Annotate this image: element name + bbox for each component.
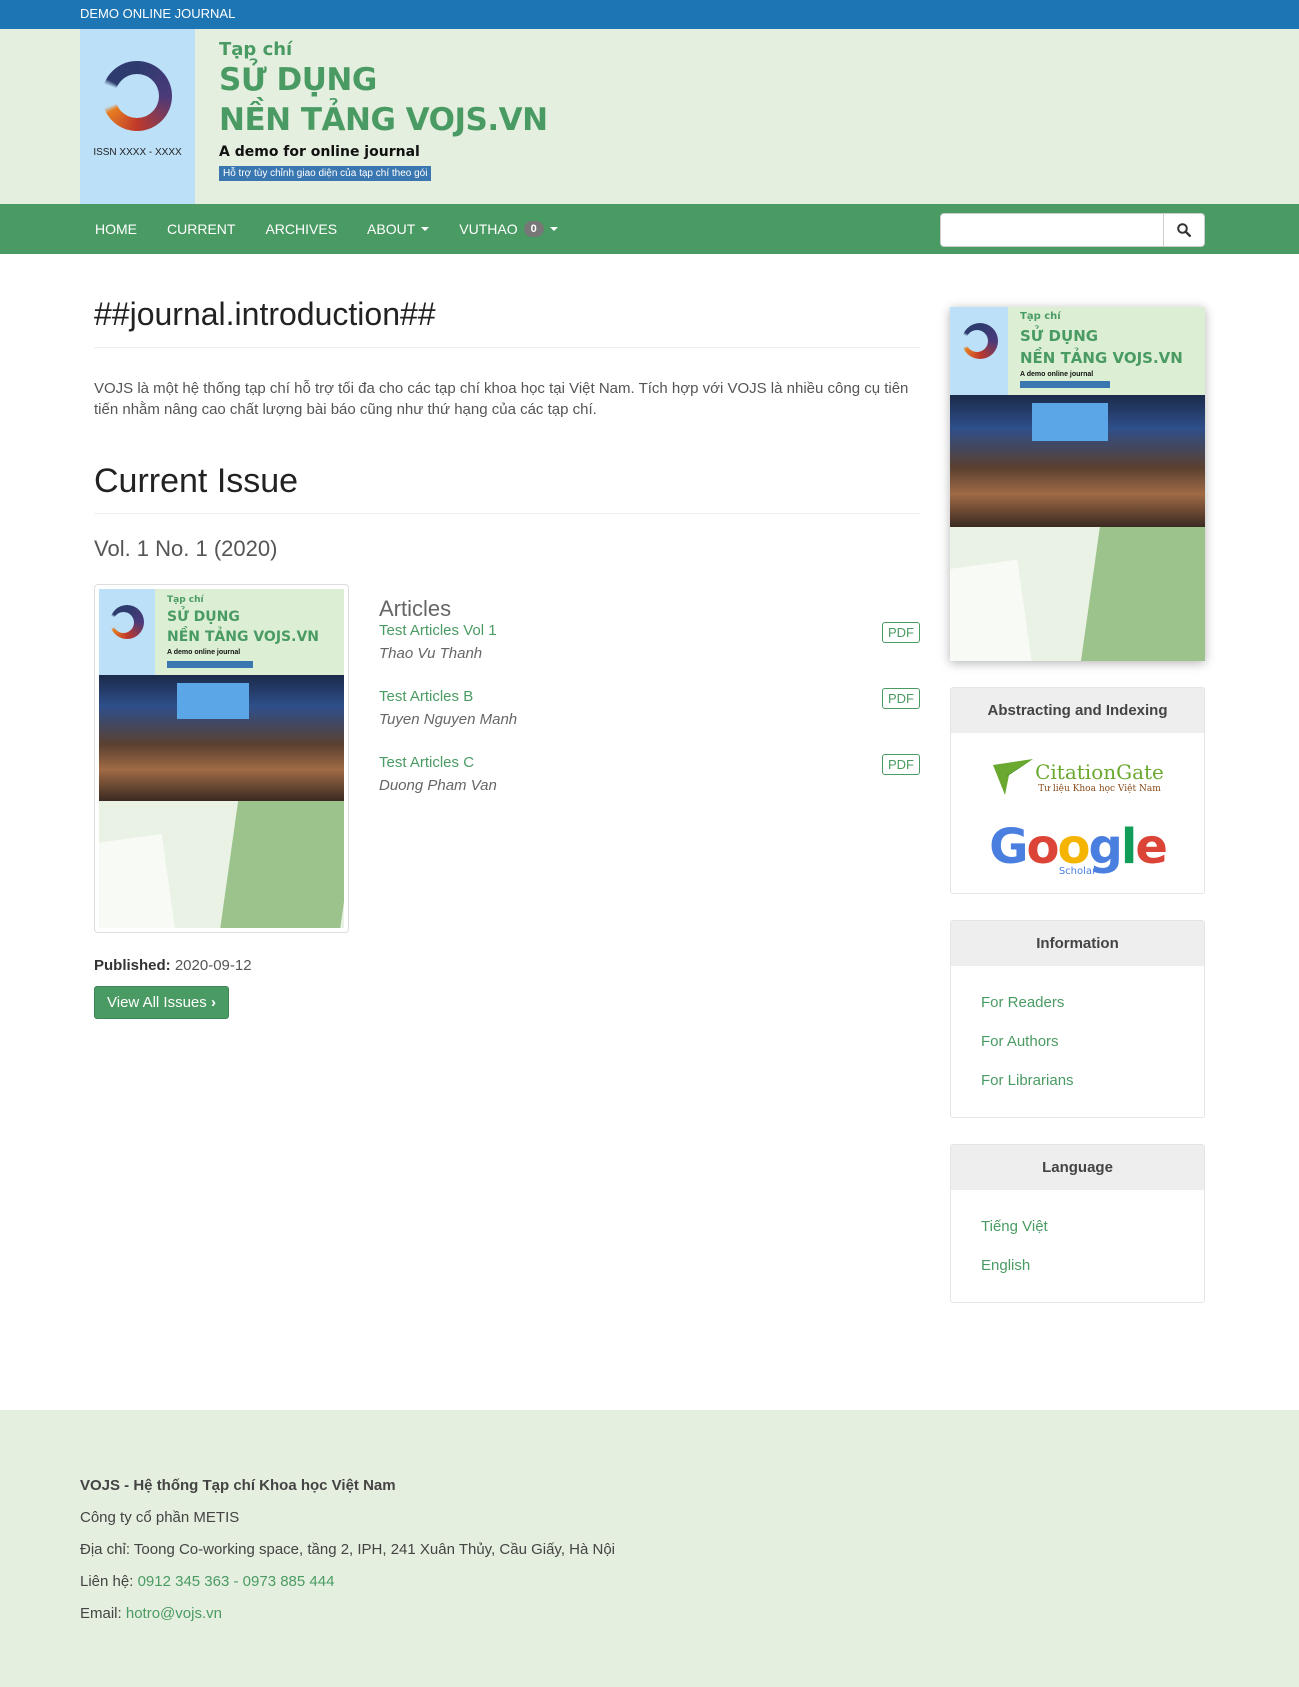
nav-about-label: ABOUT xyxy=(367,221,416,237)
nav-current[interactable]: CURRENT xyxy=(152,221,250,237)
footer-email: Email: hotro@vojs.vn xyxy=(80,1598,615,1630)
journal-banner[interactable]: ISSN XXXX - XXXX Tạp chí SỬ DỤNG NỀN TẢN… xyxy=(80,29,576,204)
phone-link-2[interactable]: 0973 885 444 xyxy=(243,1573,335,1590)
article-item: Test Articles B Tuyen Nguyen Manh PDF xyxy=(379,688,920,728)
for-authors-link[interactable]: For Authors xyxy=(981,1033,1174,1050)
language-vietnamese-link[interactable]: Tiếng Việt xyxy=(981,1218,1174,1235)
banner-logo-panel: ISSN XXXX - XXXX xyxy=(80,29,195,204)
footer-org: VOJS - Hệ thống Tạp chí Khoa học Việt Na… xyxy=(80,1470,615,1502)
banner-text: Tạp chí SỬ DỤNG NỀN TẢNG VOJS.VN A demo … xyxy=(195,29,548,204)
published-info: Published: 2020-09-12 xyxy=(94,957,920,974)
for-readers-link[interactable]: For Readers xyxy=(981,994,1174,1011)
nav-user-menu[interactable]: VUTHAO 0 xyxy=(444,221,572,237)
published-label: Published: xyxy=(94,957,171,974)
banner-line2: NỀN TẢNG VOJS.VN xyxy=(219,102,548,138)
articles-section: Articles Test Articles Vol 1 Thao Vu Tha… xyxy=(379,584,920,933)
search-icon xyxy=(1177,223,1191,237)
citationgate-tagline: Tư liệu Khoa học Việt Nam xyxy=(1038,784,1161,794)
citationgate-name: CitationGate xyxy=(1035,760,1164,784)
view-all-label: View All Issues xyxy=(107,994,207,1011)
article-item: Test Articles Vol 1 Thao Vu Thanh PDF xyxy=(379,622,920,662)
phone-link-1[interactable]: 0912 345 363 xyxy=(138,1573,230,1590)
current-issue-heading: Current Issue xyxy=(94,462,920,514)
search-input[interactable] xyxy=(940,213,1164,247)
issn-text: ISSN XXXX - XXXX xyxy=(93,147,182,158)
article-author: Thao Vu Thanh xyxy=(379,645,483,662)
banner-badge: Hỗ trợ tùy chỉnh giao diện của tạp chí t… xyxy=(219,166,432,181)
email-link[interactable]: hotro@vojs.vn xyxy=(126,1605,222,1622)
issue-volume: Vol. 1 No. 1 (2020) xyxy=(94,536,278,561)
information-title: Information xyxy=(951,921,1204,966)
nav-archives[interactable]: ARCHIVES xyxy=(250,221,352,237)
sidebar: Tạp chí SỬ DỤNG NỀN TẢNG VOJS.VN A demo o… xyxy=(950,307,1205,1303)
banner-demo: A demo for online journal xyxy=(219,144,420,160)
intro-text: VOJS là một hệ thống tạp chí hỗ trợ tối … xyxy=(94,380,909,418)
caret-down-icon xyxy=(421,227,430,231)
pdf-galley-button[interactable]: PDF xyxy=(882,754,920,775)
articles-heading: Articles xyxy=(379,596,452,621)
article-item: Test Articles C Duong Pham Van PDF xyxy=(379,754,920,794)
banner-line1: SỬ DỤNG xyxy=(219,62,377,98)
phone-separator: - xyxy=(233,1573,239,1590)
footer-contact: Liên hệ: 0912 345 363 - 0973 885 444 xyxy=(80,1566,615,1598)
pdf-galley-button[interactable]: PDF xyxy=(882,688,920,709)
search-button[interactable] xyxy=(1164,213,1205,247)
main-nav: HOME CURRENT ARCHIVES ABOUT VUTHAO 0 xyxy=(0,204,1299,254)
header: ISSN XXXX - XXXX Tạp chí SỬ DỤNG NỀN TẢN… xyxy=(0,29,1299,204)
search-form xyxy=(940,213,1205,247)
nav-user-label: VUTHAO xyxy=(459,221,518,237)
site-title: DEMO ONLINE JOURNAL xyxy=(80,6,236,21)
citationgate-check-icon xyxy=(993,759,1034,795)
google-scholar-logo-link[interactable]: Google Scholar xyxy=(971,823,1184,877)
footer-address: Địa chỉ: Toong Co-working space, tầng 2,… xyxy=(80,1541,616,1558)
footer-org-text: VOJS - Hệ thống Tạp chí Khoa học Việt Na… xyxy=(80,1477,396,1494)
view-all-issues-button[interactable]: View All Issues › xyxy=(94,986,229,1019)
banner-tapchi: Tạp chí xyxy=(219,39,293,60)
citationgate-logo-link[interactable]: CitationGate Tư liệu Khoa học Việt Nam xyxy=(971,757,1184,797)
article-author: Tuyen Nguyen Manh xyxy=(379,711,518,728)
top-bar: DEMO ONLINE JOURNAL xyxy=(0,0,1299,29)
article-title-link[interactable]: Test Articles Vol 1 xyxy=(379,622,920,639)
sidebar-cover-image[interactable]: Tạp chí SỬ DỤNG NỀN TẢNG VOJS.VN A demo o… xyxy=(950,307,1205,661)
information-block: Information For Readers For Authors For … xyxy=(950,920,1205,1118)
notification-badge: 0 xyxy=(523,221,544,237)
nav-home-label: HOME xyxy=(95,221,137,237)
article-author: Duong Pham Van xyxy=(379,777,497,794)
article-title-link[interactable]: Test Articles C xyxy=(379,754,920,771)
footer-email-label: Email: xyxy=(80,1605,122,1622)
published-date: 2020-09-12 xyxy=(174,957,252,974)
footer-company: Công ty cổ phần METIS xyxy=(80,1509,240,1526)
issue-cover-image: Tạp chí SỬ DỤNG NỀN TẢNG VOJS.VN A demo o… xyxy=(99,589,344,928)
footer: VOJS - Hệ thống Tạp chí Khoa học Việt Na… xyxy=(0,1410,1299,1687)
caret-down-icon xyxy=(549,227,558,231)
article-title-link[interactable]: Test Articles B xyxy=(379,688,920,705)
pdf-galley-button[interactable]: PDF xyxy=(882,622,920,643)
chevron-right-icon: › xyxy=(210,994,216,1011)
main-content: ##journal.introduction## VOJS là một hệ … xyxy=(94,254,920,1019)
nav-archives-label: ARCHIVES xyxy=(265,221,338,237)
issue-cover-link[interactable]: Tạp chí SỬ DỤNG NỀN TẢNG VOJS.VN A demo o… xyxy=(94,584,349,933)
footer-contact-label: Liên hệ: xyxy=(80,1573,134,1590)
for-librarians-link[interactable]: For Librarians xyxy=(981,1072,1174,1089)
intro-heading: ##journal.introduction## xyxy=(94,254,920,348)
language-block: Language Tiếng Việt English xyxy=(950,1144,1205,1303)
language-title: Language xyxy=(951,1145,1204,1190)
indexing-title: Abstracting and Indexing xyxy=(951,688,1204,733)
nav-home[interactable]: HOME xyxy=(80,221,152,237)
language-english-link[interactable]: English xyxy=(981,1257,1174,1274)
journal-logo-icon xyxy=(102,61,172,131)
nav-about[interactable]: ABOUT xyxy=(352,221,444,237)
indexing-block: Abstracting and Indexing CitationGate Tư… xyxy=(950,687,1205,894)
nav-current-label: CURRENT xyxy=(167,221,236,237)
